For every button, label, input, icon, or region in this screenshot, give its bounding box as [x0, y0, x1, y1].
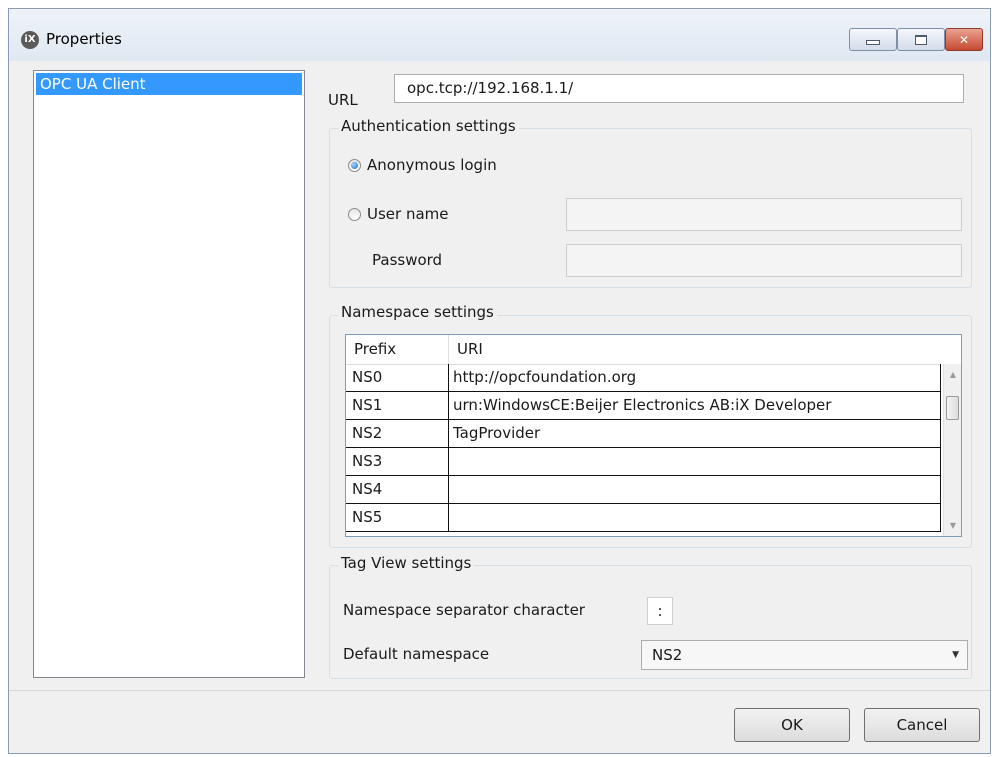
tagview-title: Tag View settings	[338, 554, 475, 572]
minimize-button[interactable]	[849, 28, 897, 51]
cell-prefix[interactable]: NS5	[346, 504, 449, 531]
cancel-button[interactable]: Cancel	[864, 708, 980, 742]
column-header-uri[interactable]: URI	[449, 335, 937, 364]
cell-prefix[interactable]: NS1	[346, 392, 449, 419]
table-row[interactable]: NS2 TagProvider	[346, 420, 941, 448]
table-header: Prefix URI	[346, 335, 941, 365]
cell-uri[interactable]	[449, 448, 941, 475]
table-row[interactable]: NS5	[346, 504, 941, 532]
namespace-table[interactable]: Prefix URI NS0 http://opcfoundation.org …	[345, 334, 962, 537]
cell-prefix[interactable]: NS4	[346, 476, 449, 503]
user-name-field[interactable]	[566, 198, 962, 231]
scroll-thumb[interactable]	[946, 396, 959, 420]
window-title: Properties	[46, 30, 122, 48]
table-row[interactable]: NS0 http://opcfoundation.org	[346, 364, 941, 392]
scroll-up-arrow-icon[interactable]: ▲	[944, 366, 961, 383]
default-namespace-select[interactable]: NS2 ▼	[641, 640, 968, 670]
minimize-icon	[866, 40, 880, 45]
maximize-icon	[915, 34, 927, 45]
cell-uri[interactable]: TagProvider	[449, 420, 941, 447]
radio-unchecked-icon	[348, 207, 361, 221]
separator-input[interactable]: :	[647, 597, 673, 625]
url-input[interactable]: opc.tcp://192.168.1.1/	[394, 74, 964, 103]
default-namespace-value: NS2	[652, 646, 683, 664]
authentication-title: Authentication settings	[338, 117, 519, 135]
user-name-radio[interactable]: User name	[348, 205, 449, 223]
namespace-title: Namespace settings	[338, 303, 497, 321]
ok-button[interactable]: OK	[734, 708, 850, 742]
category-list[interactable]: OPC UA Client	[33, 70, 305, 678]
anonymous-login-radio[interactable]: Anonymous login	[348, 156, 497, 174]
properties-dialog: iX Properties ✕ OPC UA Client URL opc.tc…	[8, 8, 991, 754]
maximize-button[interactable]	[897, 28, 945, 51]
title-bar: iX Properties ✕	[9, 9, 990, 61]
default-namespace-label: Default namespace	[343, 645, 490, 663]
url-label: URL	[328, 91, 358, 109]
category-item-opc-ua-client[interactable]: OPC UA Client	[36, 73, 302, 95]
user-name-label: User name	[367, 205, 449, 223]
scroll-down-arrow-icon[interactable]: ▼	[944, 517, 961, 534]
password-field[interactable]	[566, 244, 962, 277]
table-row[interactable]: NS1 urn:WindowsCE:Beijer Electronics AB:…	[346, 392, 941, 420]
cell-uri[interactable]	[449, 476, 941, 503]
table-scrollbar[interactable]: ▲ ▼	[943, 364, 961, 536]
cell-uri[interactable]	[449, 504, 941, 531]
close-icon: ✕	[958, 32, 970, 47]
table-row[interactable]: NS4	[346, 476, 941, 504]
cell-prefix[interactable]: NS3	[346, 448, 449, 475]
password-label: Password	[372, 251, 443, 269]
cell-uri[interactable]: http://opcfoundation.org	[449, 364, 941, 391]
chevron-down-icon: ▼	[952, 650, 959, 660]
cell-prefix[interactable]: NS0	[346, 364, 449, 391]
table-row[interactable]: NS3	[346, 448, 941, 476]
cell-prefix[interactable]: NS2	[346, 420, 449, 447]
app-icon: iX	[21, 31, 39, 49]
column-header-prefix[interactable]: Prefix	[346, 335, 449, 364]
close-button[interactable]: ✕	[945, 28, 983, 51]
radio-checked-icon	[348, 158, 361, 172]
cell-uri[interactable]: urn:WindowsCE:Beijer Electronics AB:iX D…	[449, 392, 941, 419]
anonymous-login-label: Anonymous login	[367, 156, 497, 174]
separator-label: Namespace separator character	[343, 601, 585, 619]
